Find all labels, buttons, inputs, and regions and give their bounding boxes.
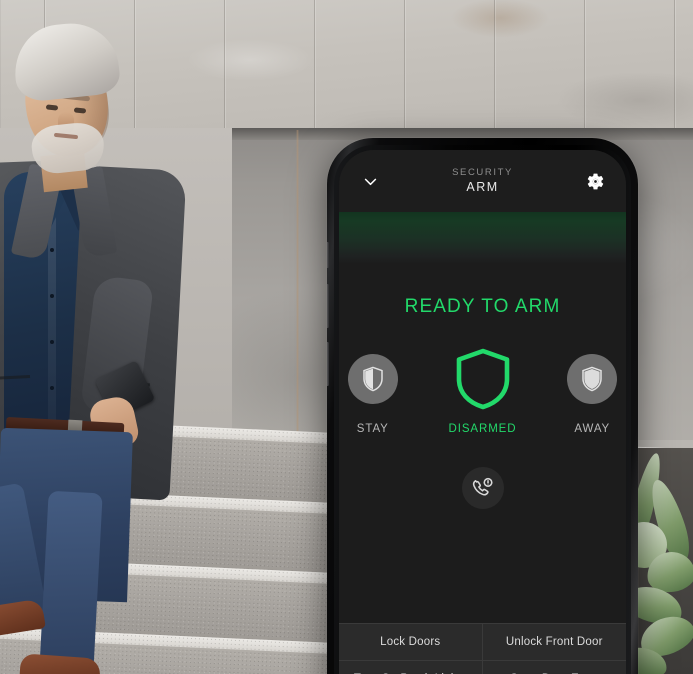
- phone-alert-icon: [472, 477, 493, 495]
- arm-mode-selector: STAY DISARMED AWAY: [339, 348, 626, 435]
- phone-device-mockup: SECURITY ARM READY TO ARM STAY DISARMED …: [327, 138, 638, 674]
- arm-mode-away[interactable]: AWAY: [558, 354, 626, 435]
- hair: [10, 18, 122, 104]
- page-title: ARM: [466, 179, 499, 194]
- header-eyebrow: SECURITY: [452, 166, 513, 178]
- arm-mode-disarmed[interactable]: DISARMED: [448, 348, 517, 435]
- app-header: SECURITY ARM: [339, 150, 626, 212]
- arm-mode-stay[interactable]: STAY: [339, 354, 407, 435]
- quick-action-turn-on-porch-lights[interactable]: Turn On Porch Lights: [339, 661, 483, 674]
- shield-outline-icon: [456, 348, 509, 410]
- header-title-group: SECURITY ARM: [387, 167, 578, 196]
- phone-mute-switch[interactable]: [327, 242, 329, 268]
- phone-screen: SECURITY ARM READY TO ARM STAY DISARMED …: [339, 150, 626, 674]
- quick-action-unlock-front-door[interactable]: Unlock Front Door: [482, 624, 626, 661]
- quick-action-open-door-entry[interactable]: Open Door Entry: [482, 661, 626, 674]
- chevron-down-icon[interactable]: [353, 164, 387, 198]
- arm-mode-label: STAY: [356, 423, 389, 435]
- shirt-placket: [48, 212, 56, 432]
- gear-icon[interactable]: [578, 164, 612, 198]
- arm-mode-label: AWAY: [574, 423, 611, 435]
- quick-actions-grid: Lock Doors Unlock Front Door Turn On Por…: [339, 623, 626, 674]
- status-section: READY TO ARM: [339, 264, 626, 350]
- man-figure: [0, 16, 192, 674]
- away-circle: [567, 354, 618, 404]
- shield-half-icon: [363, 366, 383, 392]
- stay-circle: [347, 354, 398, 404]
- wall-pipe: [296, 130, 299, 440]
- quick-action-lock-doors[interactable]: Lock Doors: [339, 624, 483, 661]
- phone-volume-down-button[interactable]: [327, 342, 329, 386]
- screenshot-root: SECURITY ARM READY TO ARM STAY DISARMED …: [0, 0, 693, 674]
- shoe-left: [0, 598, 46, 640]
- status-gradient-band: [339, 212, 626, 264]
- arm-mode-label: DISARMED: [448, 423, 517, 435]
- disarmed-shield: [450, 346, 516, 412]
- emergency-call-button[interactable]: [461, 467, 504, 509]
- status-text: READY TO ARM: [404, 296, 561, 317]
- emergency-section: [339, 467, 626, 509]
- shield-filled-icon: [582, 366, 602, 392]
- phone-volume-up-button[interactable]: [327, 284, 329, 328]
- leg-right: [39, 490, 103, 674]
